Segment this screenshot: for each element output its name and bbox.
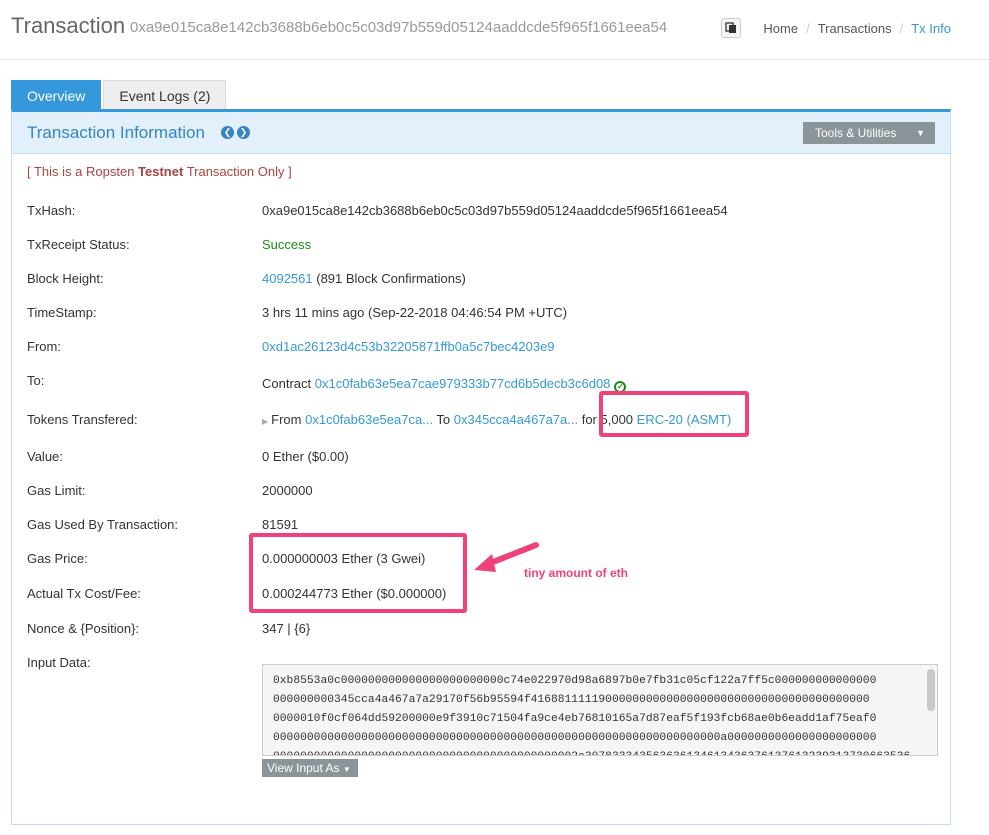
from-label: From: <box>27 339 61 354</box>
notice-testnet: Testnet <box>138 164 184 179</box>
highlight-token-amount-box <box>599 391 749 437</box>
caret-down-icon: ▼ <box>916 128 925 138</box>
breadcrumb: Home / Transactions / Tx Info <box>763 21 951 36</box>
token-to-link[interactable]: 0x345cca4a467a7a... <box>454 412 578 427</box>
token-from-link[interactable]: 0x1c0fab63e5ea7ca... <box>305 412 433 427</box>
to-contract-link[interactable]: 0x1c0fab63e5ea7cae979333b77cd6b5decb3c6d… <box>315 376 611 391</box>
token-from-word: From <box>271 412 306 427</box>
notice-suffix: Transaction Only ] <box>183 164 292 179</box>
block-height-link[interactable]: 4092561 <box>262 271 313 286</box>
nonce-value: 347 | {6} <box>262 621 311 636</box>
gas-limit-label: Gas Limit: <box>27 483 86 498</box>
tools-utilities-label: Tools & Utilities <box>815 126 897 140</box>
value-value: 0 Ether ($0.00) <box>262 449 349 464</box>
gas-price-label: Gas Price: <box>27 551 88 566</box>
next-tx-icon[interactable]: ❯ <box>237 126 250 139</box>
breadcrumb-tx-info[interactable]: Tx Info <box>911 21 951 36</box>
timestamp-value: 3 hrs 11 mins ago (Sep-22-2018 04:46:54 … <box>262 305 568 320</box>
breadcrumb-transactions[interactable]: Transactions <box>818 21 892 36</box>
gas-used-value: 81591 <box>262 517 299 532</box>
input-scrollbar[interactable] <box>927 669 935 711</box>
nonce-label: Nonce & {Position}: <box>27 621 140 636</box>
breadcrumb-separator: / <box>899 21 904 36</box>
tx-cost-label: Actual Tx Cost/Fee: <box>27 586 141 601</box>
view-input-as-label: View Input As <box>267 761 340 775</box>
from-address-link[interactable]: 0xd1ac26123d4c53b32205871ffb0a5c7bec4203… <box>262 339 555 354</box>
input-data-textarea[interactable]: 0xb8553a0c000000000000000000000000c74e02… <box>262 664 938 756</box>
token-to-word: To <box>433 412 454 427</box>
input-data-label: Input Data: <box>27 655 91 670</box>
to-label: To: <box>27 373 45 388</box>
caret-right-icon: ▶ <box>262 417 269 426</box>
to-value: Contract 0x1c0fab63e5ea7cae979333b77cd6b… <box>262 376 627 393</box>
highlight-gas-box <box>249 533 467 613</box>
block-height-label: Block Height: <box>27 271 104 286</box>
txhash-value: 0xa9e015ca8e142cb3688b6eb0c5c03d97b559d0… <box>262 203 728 218</box>
breadcrumb-separator: / <box>806 21 810 36</box>
txhash-label: TxHash: <box>27 203 76 218</box>
previous-tx-icon[interactable]: ❮ <box>221 126 234 139</box>
input-line: 0000010f0cf064dd59200000e9f3910c71504fa9… <box>273 713 877 725</box>
token-for-word: for <box>578 412 601 427</box>
tab-overview[interactable]: Overview <box>11 80 102 110</box>
copy-icon[interactable] <box>721 18 741 38</box>
tab-event-logs[interactable]: Event Logs (2) <box>103 80 227 110</box>
input-line: 0000000000000000000000000000000000000000… <box>273 732 877 744</box>
page-tx-hash: 0xa9e015ca8e142cb3688b6eb0c5c03d97b559d0… <box>130 19 668 36</box>
to-contract-prefix: Contract <box>262 376 315 391</box>
breadcrumb-home[interactable]: Home <box>763 21 798 36</box>
annotation-text: tiny amount of eth <box>524 566 628 580</box>
panel-header: Transaction Information ❮ ❯ Tools & Util… <box>12 112 950 154</box>
panel-title: Transaction Information <box>27 123 205 142</box>
gas-limit-value: 2000000 <box>262 483 313 498</box>
status-value: Success <box>262 237 312 252</box>
page-title: Transaction <box>11 13 126 38</box>
gas-used-label: Gas Used By Transaction: <box>27 517 179 532</box>
view-input-as-button[interactable]: View Input As ▼ <box>262 759 358 777</box>
input-line: 0xb8553a0c000000000000000000000000c74e02… <box>273 675 877 687</box>
value-label: Value: <box>27 449 63 464</box>
caret-down-icon: ▼ <box>342 765 351 774</box>
block-height-value: 4092561 (891 Block Confirmations) <box>262 271 466 286</box>
tab-bar: Overview Event Logs (2) <box>11 80 228 110</box>
testnet-notice: [ This is a Ropsten Testnet Transaction … <box>27 164 292 179</box>
block-confirmations: (891 Block Confirmations) <box>312 271 466 286</box>
input-line: 0000000000000000000000000000000000000000… <box>273 748 937 755</box>
tokens-transferred-label: Tokens Transfered: <box>27 412 138 427</box>
notice-prefix: [ This is a Ropsten <box>27 164 139 179</box>
tx-navigation: ❮ ❯ <box>221 126 250 139</box>
input-line: 000000000345cca4a467a7a29170f56b95594f41… <box>273 694 870 706</box>
status-label: TxReceipt Status: <box>27 237 130 252</box>
page-header: Transaction 0xa9e015ca8e142cb3688b6eb0c5… <box>0 0 989 60</box>
tools-utilities-button[interactable]: Tools & Utilities ▼ <box>803 122 935 144</box>
timestamp-label: TimeStamp: <box>27 305 97 320</box>
transaction-panel: Transaction Information ❮ ❯ Tools & Util… <box>11 109 951 825</box>
